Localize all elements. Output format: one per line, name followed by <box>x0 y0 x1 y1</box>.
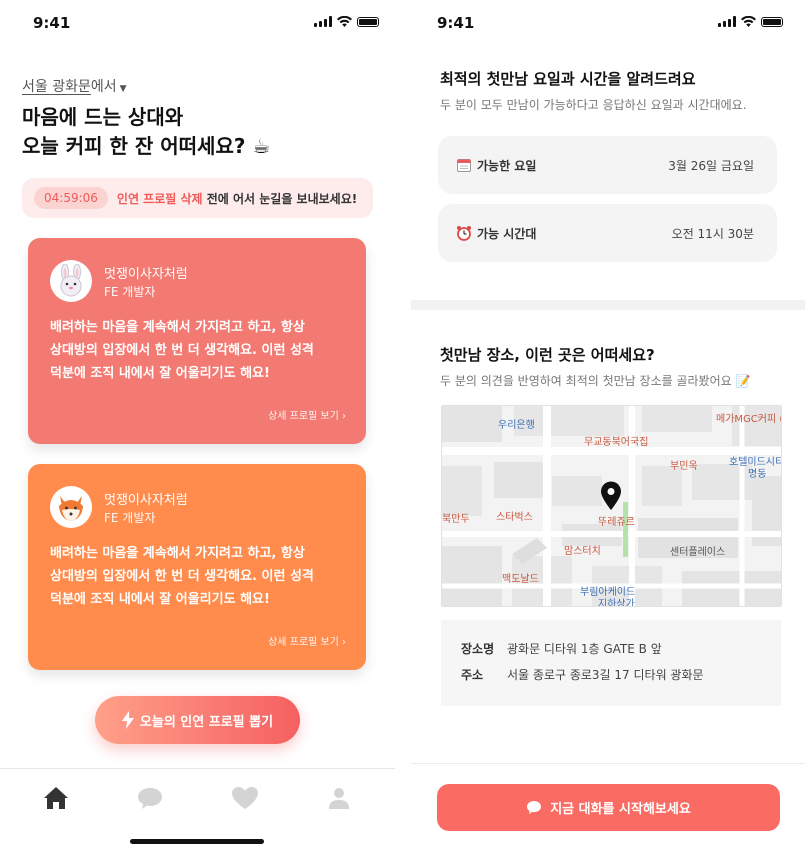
map-label: 맥도날드 <box>502 574 539 585</box>
profile-card[interactable]: 멋쟁이사자처럼 FE 개발자 배려하는 마음을 계속해서 가지려고 하고, 항상… <box>28 238 366 444</box>
map-label: 메가MGC커피 ( <box>716 414 782 425</box>
schedule-title: 최적의 첫만남 요일과 시간을 알려드려요 <box>440 70 696 88</box>
wifi-icon <box>337 16 352 27</box>
bio-line: 상대방의 입장에서 한 번 더 생각해요. 이런 성격 <box>50 569 314 584</box>
map-label: 센터플레이스 <box>670 547 726 558</box>
place-subtitle: 두 분의 의견을 반영하여 최적의 첫만남 장소를 골라봤어요 📝 <box>440 374 751 388</box>
countdown-timer: 04:59:06 <box>34 187 108 209</box>
bio-line: 상대방의 입장에서 한 번 더 생각해요. 이런 성격 <box>50 343 314 358</box>
expiry-notice: 04:59:06 인연 프로필 삭제 전에 어서 눈길을 보내보세요! <box>22 178 373 218</box>
map-label: 뚜레쥬르 <box>598 517 635 528</box>
info-label: 가능 시간대 <box>477 226 537 241</box>
card-bio: 배려하는 마음을 계속해서 가지려고 하고, 항상 상대방의 입장에서 한 번 … <box>50 316 350 385</box>
map-label: 스타벅스 <box>496 512 533 523</box>
chat-bubble-icon <box>527 801 542 814</box>
venue-name: 광화문 디타워 1층 GATE B 앞 <box>507 642 662 656</box>
available-day-row: 가능한 요일 3월 26일 금요일 <box>438 136 777 194</box>
map-label: 북만두 <box>442 514 470 525</box>
card-bio: 배려하는 마음을 계속해서 가지려고 하고, 항상 상대방의 입장에서 한 번 … <box>50 542 350 611</box>
start-chat-button[interactable]: 지금 대화를 시작해보세요 <box>437 784 780 831</box>
bottom-tab-bar <box>0 768 395 829</box>
location-pin-icon <box>601 481 621 510</box>
fox-icon <box>59 496 83 521</box>
page-title: 마음에 드는 상대와 오늘 커피 한 잔 어떠세요? ☕ <box>22 103 270 161</box>
avatar <box>50 260 92 302</box>
card-role: FE 개발자 <box>104 511 156 525</box>
tab-profile[interactable] <box>325 784 353 812</box>
bio-line: 덕분에 조직 내에서 잘 어울리기도 해요! <box>50 366 270 381</box>
title-line-1: 마음에 드는 상대와 <box>22 105 184 129</box>
status-icons <box>718 16 783 27</box>
location-name: 서울 광화문 <box>22 79 91 95</box>
battery-icon <box>357 16 379 27</box>
notice-text: 인연 프로필 삭제 전에 어서 눈길을 보내보세요! <box>117 190 357 207</box>
status-icons <box>314 16 379 27</box>
address-key: 주소 <box>461 668 484 682</box>
home-screen: 9:41 서울 광화문에서 ▼ 마음에 드는 상대와 오늘 커피 한 잔 어떠세요… <box>0 0 395 852</box>
tab-home[interactable] <box>42 784 70 812</box>
notice-highlight: 인연 프로필 삭제 <box>116 191 203 206</box>
match-detail-screen: 9:41 최적의 첫만남 요일과 시간을 알려드려요 두 분이 모두 만남이 가… <box>411 0 805 852</box>
location-selector[interactable]: 서울 광화문에서 ▼ <box>22 76 127 96</box>
profile-icon <box>329 788 349 809</box>
info-value: 3월 26일 금요일 <box>668 158 754 173</box>
map-label: 부민옥 <box>670 461 698 472</box>
location-suffix: 에서 <box>90 79 117 95</box>
map-label: 지하상가 <box>598 599 635 607</box>
chat-icon <box>138 788 162 809</box>
info-value: 오전 11시 30분 <box>671 226 754 241</box>
place-title: 첫만남 장소, 이런 곳은 어떠세요? <box>440 346 655 364</box>
home-indicator <box>130 839 264 844</box>
map-label: 맘스터치 <box>564 546 601 557</box>
profile-detail-link[interactable]: 상세 프로필 보기 › <box>268 407 346 422</box>
battery-icon <box>761 16 783 27</box>
calendar-icon <box>456 157 472 173</box>
chat-button-label: 지금 대화를 시작해보세요 <box>550 802 691 817</box>
card-role: FE 개발자 <box>104 285 156 299</box>
section-divider <box>411 300 805 310</box>
draw-button-label: 오늘의 인연 프로필 뽑기 <box>139 714 274 730</box>
map-label: 명동 <box>748 469 767 480</box>
venue-address: 서울 종로구 종로3길 17 디타워 광화문 <box>507 668 704 682</box>
venue-map[interactable]: 우리은행 메가MGC커피 ( 무교동북어국집 부민옥 호텔미드시티 명동 북만두… <box>441 405 782 607</box>
signal-icon <box>314 16 332 27</box>
venue-name-key: 장소명 <box>461 642 495 656</box>
profile-detail-link[interactable]: 상세 프로필 보기 › <box>268 633 346 648</box>
lightning-icon <box>121 711 134 729</box>
venue-info: 장소명 광화문 디타워 1층 GATE B 앞 주소 서울 종로구 종로3길 1… <box>441 620 781 706</box>
tab-chat[interactable] <box>136 784 164 812</box>
bio-line: 배려하는 마음을 계속해서 가지려고 하고, 항상 <box>50 320 305 335</box>
draw-profile-button[interactable]: 오늘의 인연 프로필 뽑기 <box>95 696 300 744</box>
schedule-subtitle: 두 분이 모두 만남이 가능하다고 응답하신 요일과 시간대에요. <box>440 98 747 112</box>
notice-body: 전에 어서 눈길을 보내보세요! <box>202 191 358 206</box>
alarm-clock-icon <box>456 225 472 241</box>
caret-down-icon: ▼ <box>119 84 127 94</box>
card-name: 멋쟁이사자처럼 <box>104 493 188 508</box>
heart-icon <box>232 787 258 809</box>
info-label: 가능한 요일 <box>477 158 537 173</box>
available-time-row: 가능 시간대 오전 11시 30분 <box>438 204 777 262</box>
title-line-2: 오늘 커피 한 잔 어떠세요? ☕ <box>22 134 271 158</box>
bottom-divider <box>411 763 805 764</box>
status-time: 9:41 <box>33 14 71 32</box>
home-icon <box>44 787 68 809</box>
map-label: 우리은행 <box>498 420 535 431</box>
map-label: 무교동북어국집 <box>584 437 649 448</box>
signal-icon <box>718 16 736 27</box>
bio-line: 덕분에 조직 내에서 잘 어울리기도 해요! <box>50 592 270 607</box>
status-bar: 9:41 <box>0 0 395 46</box>
card-name: 멋쟁이사자처럼 <box>104 267 188 282</box>
bunny-icon <box>60 264 82 297</box>
bio-line: 배려하는 마음을 계속해서 가지려고 하고, 항상 <box>50 546 305 561</box>
status-bar: 9:41 <box>411 0 805 46</box>
profile-card[interactable]: 멋쟁이사자처럼 FE 개발자 배려하는 마음을 계속해서 가지려고 하고, 항상… <box>28 464 366 670</box>
status-time: 9:41 <box>437 14 475 32</box>
avatar <box>50 486 92 528</box>
wifi-icon <box>741 16 756 27</box>
tab-likes[interactable] <box>231 784 259 812</box>
